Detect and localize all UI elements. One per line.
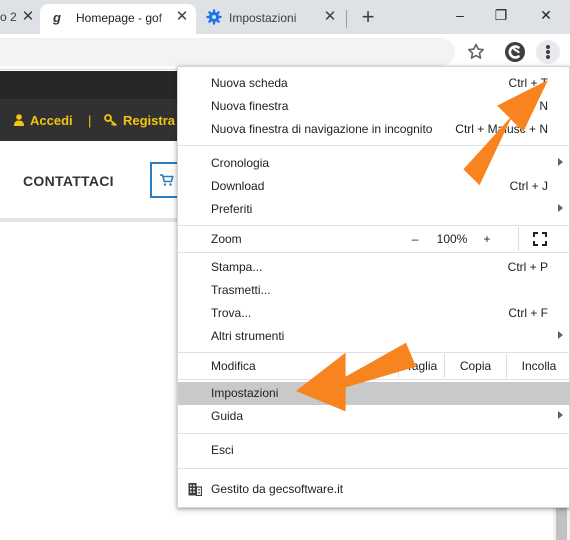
- managed-by-label: Gestito da gecsoftware.it: [211, 482, 344, 496]
- login-link[interactable]: Accedi: [14, 113, 73, 128]
- menu-item-shortcut: Ctrl + P: [507, 260, 548, 274]
- tab-strip: o 2 ✕ g Homepage - gof ✕ Impostazioni ✕ …: [0, 0, 570, 34]
- more-vert-icon[interactable]: [536, 40, 560, 64]
- new-tab-button[interactable]: +: [356, 5, 380, 29]
- user-icon: [14, 114, 24, 126]
- menu-item-label: Cronologia: [211, 156, 270, 170]
- menu-separator: [178, 252, 570, 253]
- close-icon[interactable]: ✕: [322, 9, 338, 25]
- settings-gear-icon: [206, 9, 222, 25]
- menu-separator: [178, 379, 570, 380]
- menu-item-more-tools[interactable]: Altri strumenti: [178, 325, 570, 348]
- zoom-in-button[interactable]: +: [472, 227, 502, 251]
- page-divider: [0, 218, 180, 222]
- building-icon: [188, 483, 202, 496]
- tab-title: Impostazioni: [229, 11, 297, 25]
- menu-item-label: Nuova finestra: [211, 99, 289, 113]
- contact-nav-link[interactable]: CONTATTACI: [23, 173, 114, 189]
- bookmark-star-icon[interactable]: [464, 40, 488, 64]
- menu-item-new-tab[interactable]: Nuova scheda Ctrl + T: [178, 72, 570, 95]
- edit-row: Modifica Taglia Copia Incolla: [178, 354, 570, 378]
- register-label: Registra: [123, 113, 176, 128]
- managed-by-org[interactable]: Gestito da gecsoftware.it: [178, 476, 570, 502]
- edit-label: Modifica: [211, 359, 256, 373]
- submenu-arrow-icon: [558, 331, 563, 339]
- login-label: Accedi: [30, 113, 73, 128]
- tab-homepage[interactable]: g Homepage - gof ✕: [40, 4, 196, 34]
- zoom-label: Zoom: [211, 232, 242, 246]
- menu-separator: [178, 225, 570, 226]
- minimize-button[interactable]: –: [448, 4, 472, 26]
- zoom-row: Zoom – 100% +: [178, 227, 570, 251]
- menu-item-label: Stampa...: [211, 260, 263, 274]
- cart-button[interactable]: [150, 162, 180, 198]
- tab-partial-title: o 2: [0, 10, 17, 24]
- menu-item-shortcut: Ctrl + Maiusc + N: [455, 122, 548, 136]
- menu-item-label: Impostazioni: [211, 386, 279, 400]
- menu-separator: [178, 145, 570, 146]
- browser-toolbar: [0, 34, 570, 70]
- menu-separator: [178, 352, 570, 353]
- paste-button[interactable]: Incolla: [506, 354, 570, 378]
- site-favicon-icon: g: [53, 10, 61, 25]
- menu-item-label: Trasmetti...: [211, 283, 271, 297]
- key-icon: [104, 114, 117, 126]
- menu-item-history[interactable]: Cronologia: [178, 152, 570, 175]
- menu-item-cast[interactable]: Trasmetti...: [178, 279, 570, 302]
- menu-item-shortcut: Ctrl + J: [509, 179, 548, 193]
- menu-item-incognito-window[interactable]: Nuova finestra di navigazione in incogni…: [178, 118, 570, 141]
- close-icon[interactable]: ✕: [20, 9, 36, 25]
- menu-item-label: Trova...: [211, 306, 252, 320]
- menu-separator: [178, 433, 570, 434]
- menu-item-label: Esci: [211, 443, 234, 457]
- menu-item-bookmarks[interactable]: Preferiti: [178, 198, 570, 221]
- address-bar[interactable]: [0, 38, 455, 66]
- zoom-level: 100%: [436, 232, 468, 246]
- menu-item-shortcut: Ctrl + F: [508, 306, 548, 320]
- extension-icon[interactable]: [503, 40, 527, 64]
- scrollbar-thumb[interactable]: [556, 508, 567, 540]
- tab-impostazioni[interactable]: Impostazioni ✕: [196, 4, 346, 34]
- menu-item-exit[interactable]: Esci: [178, 439, 570, 462]
- restore-button[interactable]: ❐: [489, 4, 513, 26]
- submenu-arrow-icon: [558, 411, 563, 419]
- menu-item-settings[interactable]: Impostazioni: [178, 382, 570, 405]
- menu-item-label: Altri strumenti: [211, 329, 285, 343]
- tab-partial[interactable]: o 2 ✕: [0, 0, 40, 34]
- menu-item-new-window[interactable]: Nuova finestra Ctrl + N: [178, 95, 570, 118]
- link-separator: |: [88, 113, 92, 128]
- chrome-main-menu: Nuova scheda Ctrl + T Nuova finestra Ctr…: [177, 66, 570, 508]
- window-close-button[interactable]: ✕: [534, 4, 558, 26]
- menu-item-shortcut: Ctrl + T: [508, 76, 548, 90]
- menu-item-shortcut: Ctrl + N: [506, 99, 548, 113]
- menu-item-label: Guida: [211, 409, 244, 423]
- fullscreen-button[interactable]: [518, 227, 570, 251]
- close-icon[interactable]: ✕: [174, 9, 190, 25]
- tab-divider: [346, 10, 347, 28]
- menu-separator: [178, 468, 570, 469]
- fullscreen-icon: [533, 232, 547, 246]
- register-link[interactable]: Registra: [104, 113, 175, 128]
- menu-item-label: Nuova scheda: [211, 76, 288, 90]
- cut-button[interactable]: Taglia: [398, 354, 444, 378]
- menu-item-label: Preferiti: [211, 202, 253, 216]
- submenu-arrow-icon: [558, 158, 563, 166]
- menu-item-help[interactable]: Guida: [178, 405, 570, 428]
- cart-icon: [160, 174, 174, 186]
- menu-item-print[interactable]: Stampa... Ctrl + P: [178, 256, 570, 279]
- submenu-arrow-icon: [558, 204, 563, 212]
- menu-item-label: Download: [211, 179, 265, 193]
- copy-button[interactable]: Copia: [444, 354, 506, 378]
- menu-item-label: Nuova finestra di navigazione in incogni…: [211, 122, 433, 136]
- zoom-out-button[interactable]: –: [398, 227, 432, 251]
- menu-item-downloads[interactable]: Download Ctrl + J: [178, 175, 570, 198]
- menu-item-find[interactable]: Trova... Ctrl + F: [178, 302, 570, 325]
